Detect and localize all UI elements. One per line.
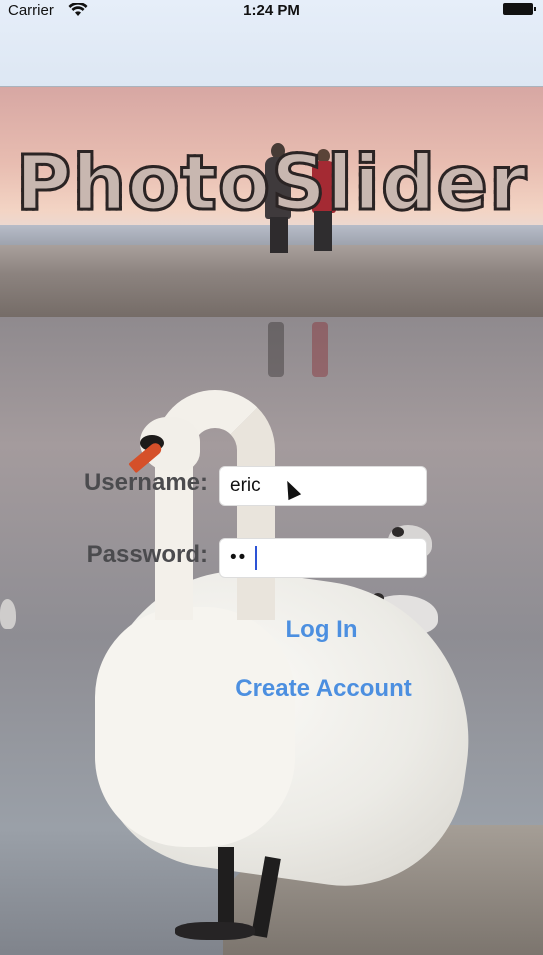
swan-foot bbox=[175, 922, 255, 940]
person-reflection bbox=[312, 322, 328, 377]
battery-icon bbox=[503, 3, 536, 15]
gull-head bbox=[392, 527, 404, 537]
username-field[interactable] bbox=[219, 466, 427, 506]
gull bbox=[0, 599, 16, 629]
username-label: Username: bbox=[83, 469, 208, 496]
password-field[interactable]: •• bbox=[219, 538, 427, 578]
clock: 1:24 PM bbox=[243, 2, 300, 19]
create-account-button[interactable]: Create Account bbox=[52, 674, 543, 704]
beach bbox=[0, 245, 543, 317]
text-caret bbox=[255, 546, 257, 570]
login-button[interactable]: Log In bbox=[50, 615, 543, 645]
password-label: Password: bbox=[86, 541, 208, 568]
person-reflection bbox=[268, 322, 284, 377]
app-logo: PhotoSlider bbox=[0, 137, 543, 229]
status-bar: Carrier 1:24 PM bbox=[0, 0, 543, 87]
